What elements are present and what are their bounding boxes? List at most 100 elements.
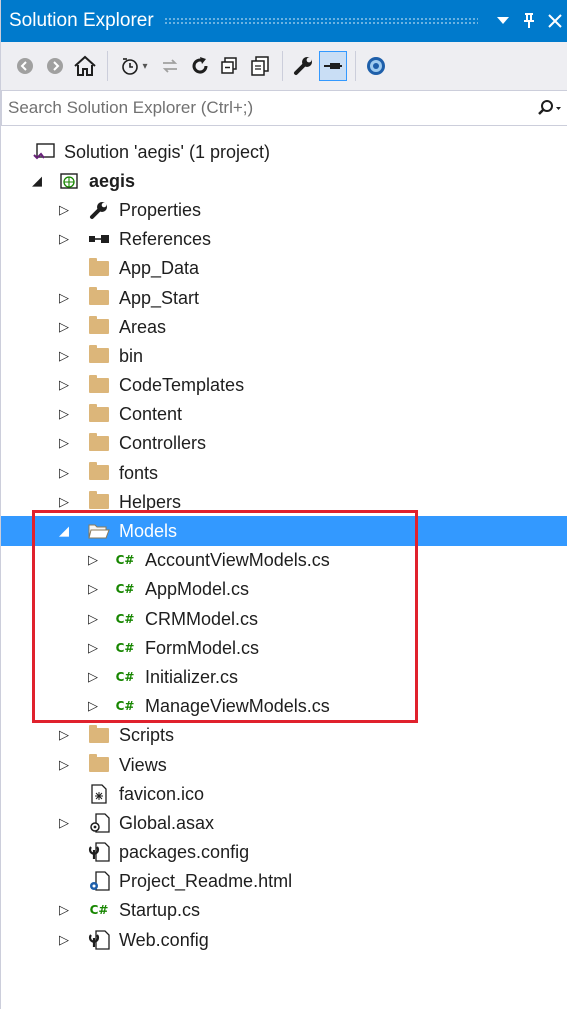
- tree-item-solution[interactable]: Solution 'aegis' (1 project): [1, 137, 567, 166]
- tree-item-label: Views: [119, 754, 167, 775]
- csharp-file-icon: C#: [115, 582, 135, 597]
- tree-item-fonts[interactable]: ▷ fonts: [1, 458, 567, 487]
- tree-item-label: fonts: [119, 462, 159, 483]
- tree-item-scripts[interactable]: ▷ Scripts: [1, 721, 567, 750]
- tree-item-label: AppModel.cs: [145, 579, 250, 600]
- title-bar[interactable]: Solution Explorer: [1, 0, 567, 42]
- close-icon[interactable]: [542, 6, 567, 36]
- project-label: aegis: [89, 170, 136, 191]
- tree-item-project[interactable]: ◢ aegis: [1, 166, 567, 195]
- collapsed-arrow-icon[interactable]: ▷: [85, 611, 101, 627]
- tree-item-account-view-models[interactable]: ▷ C# AccountViewModels.cs: [1, 546, 567, 575]
- collapsed-arrow-icon[interactable]: ▷: [56, 202, 72, 218]
- search-icon[interactable]: [531, 99, 567, 117]
- global-asax-icon: [87, 813, 111, 833]
- tree-item-label: Web.config: [119, 929, 209, 950]
- folder-icon: [87, 491, 111, 512]
- wrench-icon: [87, 200, 111, 220]
- home-icon[interactable]: [71, 51, 99, 81]
- tree-item-app-start[interactable]: ▷ App_Start: [1, 283, 567, 312]
- html-file-icon: [87, 871, 111, 891]
- drag-grip[interactable]: [163, 17, 478, 25]
- collapsed-arrow-icon[interactable]: ▷: [85, 698, 101, 714]
- tree-item-label: Global.asax: [119, 812, 215, 833]
- collapsed-arrow-icon[interactable]: ▷: [56, 319, 72, 335]
- view-in-browser-icon[interactable]: [362, 51, 390, 81]
- collapsed-arrow-icon[interactable]: ▷: [56, 465, 72, 481]
- tree-item-form-model[interactable]: ▷ C# FormModel.cs: [1, 633, 567, 662]
- collapsed-arrow-icon[interactable]: ▷: [56, 348, 72, 364]
- tree-item-app-model[interactable]: ▷ C# AppModel.cs: [1, 575, 567, 604]
- tree-item-label: References: [119, 229, 212, 250]
- tree-item-label: Content: [119, 404, 183, 425]
- tree-item-label: packages.config: [119, 842, 250, 863]
- tree-item-crm-model[interactable]: ▷ C# CRMModel.cs: [1, 604, 567, 633]
- collapsed-arrow-icon[interactable]: ▷: [85, 581, 101, 597]
- show-all-files-icon[interactable]: [246, 51, 274, 81]
- web-project-icon: [57, 171, 81, 191]
- collapsed-arrow-icon[interactable]: ▷: [56, 435, 72, 451]
- tree-item-controllers[interactable]: ▷ Controllers: [1, 429, 567, 458]
- collapsed-arrow-icon[interactable]: ▷: [56, 727, 72, 743]
- tree-item-label: App_Data: [119, 258, 200, 279]
- tree-item-manage-view-models[interactable]: ▷ C# ManageViewModels.cs: [1, 692, 567, 721]
- pending-changes-icon[interactable]: ▾: [114, 51, 154, 81]
- expanded-arrow-icon[interactable]: ◢: [56, 523, 72, 539]
- refresh-icon[interactable]: [186, 51, 214, 81]
- forward-icon[interactable]: [41, 51, 69, 81]
- preview-selected-icon[interactable]: [319, 51, 347, 81]
- tree-item-favicon[interactable]: favicon.ico: [1, 779, 567, 808]
- collapsed-arrow-icon[interactable]: ▷: [85, 552, 101, 568]
- collapsed-arrow-icon[interactable]: ▷: [56, 231, 72, 247]
- tree-item-areas[interactable]: ▷ Areas: [1, 312, 567, 341]
- tree-item-code-templates[interactable]: ▷ CodeTemplates: [1, 371, 567, 400]
- tree-item-label: FormModel.cs: [145, 637, 260, 658]
- window-position-dropdown-icon[interactable]: [490, 6, 516, 36]
- collapse-all-icon[interactable]: [216, 51, 244, 81]
- tree-item-app-data[interactable]: App_Data: [1, 254, 567, 283]
- tree-item-label: App_Start: [119, 287, 200, 308]
- tree-item-label: favicon.ico: [119, 783, 205, 804]
- tree-item-packages-config[interactable]: packages.config: [1, 838, 567, 867]
- search-input[interactable]: [2, 93, 531, 123]
- tree-item-project-readme[interactable]: Project_Readme.html: [1, 867, 567, 896]
- tree-item-initializer[interactable]: ▷ C# Initializer.cs: [1, 662, 567, 691]
- tree-item-helpers[interactable]: ▷ Helpers: [1, 487, 567, 516]
- collapsed-arrow-icon[interactable]: ▷: [56, 406, 72, 422]
- tree-item-label: Controllers: [119, 433, 207, 454]
- collapsed-arrow-icon[interactable]: ▷: [56, 932, 72, 948]
- collapsed-arrow-icon[interactable]: ▷: [56, 815, 72, 831]
- tree-item-global-asax[interactable]: ▷ Global.asax: [1, 808, 567, 837]
- csharp-file-icon: C#: [115, 611, 135, 626]
- csharp-file-icon: C#: [115, 640, 135, 655]
- tree-item-label: Properties: [119, 199, 202, 220]
- tree-item-models[interactable]: ◢ Models: [1, 516, 567, 546]
- tree-item-properties[interactable]: ▷ Properties: [1, 195, 567, 224]
- tree-item-label: ManageViewModels.cs: [145, 696, 330, 717]
- collapsed-arrow-icon[interactable]: ▷: [56, 902, 72, 918]
- tree-item-web-config[interactable]: ▷ Web.config: [1, 925, 567, 954]
- collapsed-arrow-icon[interactable]: ▷: [56, 290, 72, 306]
- folder-icon: [87, 374, 111, 395]
- sync-icon[interactable]: [156, 51, 184, 81]
- tree-item-label: CRMModel.cs: [145, 608, 259, 629]
- collapsed-arrow-icon[interactable]: ▷: [56, 494, 72, 510]
- pin-icon[interactable]: [516, 6, 542, 36]
- tree-item-label: Helpers: [119, 491, 182, 512]
- tree-item-references[interactable]: ▷ References: [1, 225, 567, 254]
- tree-item-views[interactable]: ▷ Views: [1, 750, 567, 779]
- tree-item-bin[interactable]: ▷ bin: [1, 341, 567, 370]
- tree-item-content[interactable]: ▷ Content: [1, 400, 567, 429]
- folder-icon: [87, 345, 111, 366]
- properties-icon[interactable]: [289, 51, 317, 81]
- collapsed-arrow-icon[interactable]: ▷: [85, 640, 101, 656]
- collapsed-arrow-icon[interactable]: ▷: [85, 669, 101, 685]
- solution-tree: Solution 'aegis' (1 project) ◢ aegis ▷ P…: [1, 137, 567, 954]
- folder-icon: [87, 287, 111, 308]
- tree-item-startup[interactable]: ▷ C# Startup.cs: [1, 896, 567, 925]
- expanded-arrow-icon[interactable]: ◢: [29, 173, 45, 189]
- tree-item-label: Project_Readme.html: [119, 871, 293, 892]
- collapsed-arrow-icon[interactable]: ▷: [56, 757, 72, 773]
- back-icon[interactable]: [11, 51, 39, 81]
- collapsed-arrow-icon[interactable]: ▷: [56, 377, 72, 393]
